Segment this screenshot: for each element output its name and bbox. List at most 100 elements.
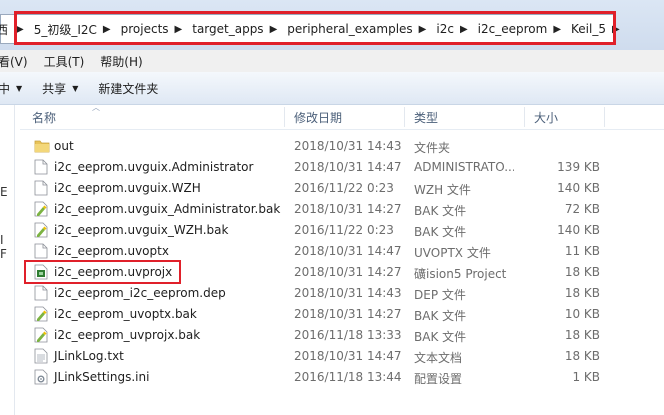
file-type: WZH 文件 (414, 183, 471, 197)
file-row[interactable]: i2c_eeprom_uvprojx.bak 2016/11/18 13:33 BA… (20, 325, 664, 346)
column-type[interactable]: 类型 (414, 109, 438, 126)
file-size: 140 KB (557, 181, 600, 195)
chevron-right-icon[interactable]: ▶ (549, 24, 565, 35)
column-size[interactable]: 大小 (534, 109, 558, 126)
column-name[interactable]: 名称 (32, 109, 56, 126)
file-size: 18 KB (564, 265, 600, 279)
menu-view[interactable]: 看(V) (0, 53, 36, 70)
file-row[interactable]: i2c_eeprom.uvguix.Administrator 2018/10/3… (20, 157, 664, 178)
file-date: 2018/10/31 14:47 (294, 244, 402, 258)
file-row[interactable]: i2c_eeprom.uvguix_Administrator.bak 2018/… (20, 199, 664, 220)
file-date: 2018/10/31 14:43 (294, 139, 402, 153)
file-name: i2c_eeprom_i2c_eeprom.dep (54, 286, 226, 300)
file-row[interactable]: JLinkLog.txt 2018/10/31 14:47 文本文档 18 KB (20, 346, 664, 367)
column-divider[interactable] (404, 107, 405, 127)
file-date: 2018/10/31 14:27 (294, 307, 402, 321)
organize-label: 中 (0, 81, 11, 96)
file-list: out 2018/10/31 14:43 文件夹 i2c_eeprom.uvguix.… (20, 136, 664, 388)
chevron-right-icon[interactable]: ▶ (12, 24, 28, 35)
file-type: BAK 文件 (414, 204, 467, 218)
file-size: 10 KB (564, 307, 600, 321)
file-type: ADMINISTRATO... (414, 160, 514, 174)
chevron-down-icon: ▼ (16, 83, 23, 93)
organize-button[interactable]: 中 ▼ (0, 80, 32, 97)
file-type: DEP 文件 (414, 288, 466, 302)
file-row[interactable]: i2c_eeprom.uvguix.WZH 2016/11/22 0:23 WZH … (20, 178, 664, 199)
file-row[interactable]: i2c_eeprom.uvoptx 2018/10/31 14:47 UVOPTX … (20, 241, 664, 262)
chevron-right-icon[interactable]: ▶ (266, 24, 282, 35)
chevron-right-icon[interactable]: ▶ (608, 24, 624, 35)
command-bar: 中 ▼ 共享 ▼ 新建文件夹 (0, 72, 664, 105)
breadcrumb-item[interactable]: i2c_eeprom (472, 22, 550, 36)
chevron-down-icon: ▼ (72, 83, 79, 93)
navigation-pane[interactable]: E I F (0, 105, 15, 415)
file-name: JLinkSettings.ini (54, 370, 150, 384)
file-name: JLinkLog.txt (54, 349, 124, 363)
column-divider[interactable] (524, 107, 525, 127)
row-annotation-box (24, 260, 181, 284)
file-row[interactable]: i2c_eeprom_uvoptx.bak 2018/10/31 14:27 BAK… (20, 304, 664, 325)
file-date: 2016/11/22 0:23 (294, 223, 394, 237)
breadcrumb-item[interactable]: projects (115, 22, 171, 36)
bak-icon (34, 327, 48, 343)
breadcrumb-item[interactable]: target_apps (186, 22, 265, 36)
file-size: 11 KB (564, 244, 600, 258)
nav-fragment[interactable]: E (0, 185, 8, 199)
file-name: out (54, 139, 74, 153)
file-size: 18 KB (564, 349, 600, 363)
file-name: i2c_eeprom.uvguix.WZH (54, 181, 201, 195)
file-row[interactable]: JLinkSettings.ini 2016/11/18 13:44 配置设置 1 K… (20, 367, 664, 388)
breadcrumb-item[interactable]: Keil_5 (565, 22, 608, 36)
column-divider[interactable] (604, 107, 605, 127)
file-type: BAK 文件 (414, 330, 467, 344)
file-size: 18 KB (564, 286, 600, 300)
file-date: 2018/10/31 14:47 (294, 349, 402, 363)
file-size: 139 KB (557, 160, 600, 174)
sort-chevron-icon: ︿ (92, 103, 100, 112)
file-row[interactable]: i2c_eeprom_i2c_eeprom.dep 2018/10/31 14:4… (20, 283, 664, 304)
file-name: i2c_eeprom_uvprojx.bak (54, 328, 201, 342)
file-name: i2c_eeprom.uvoptx (54, 244, 169, 258)
file-type: BAK 文件 (414, 309, 467, 323)
column-divider[interactable] (284, 107, 285, 127)
file-size: 1 KB (572, 370, 600, 384)
breadcrumb-leading-fragment[interactable]: 西 (0, 21, 12, 38)
file-date: 2016/11/18 13:33 (294, 328, 402, 342)
file-size: 140 KB (557, 223, 600, 237)
bak-icon (34, 201, 48, 217)
file-icon (34, 285, 48, 301)
file-size: 72 KB (564, 202, 600, 216)
bak-icon (34, 306, 48, 322)
chevron-right-icon[interactable]: ▶ (171, 24, 187, 35)
share-button[interactable]: 共享 ▼ (32, 80, 88, 97)
file-icon (34, 180, 48, 196)
file-date: 2016/11/18 13:44 (294, 370, 402, 384)
file-row[interactable]: i2c_eeprom.uvguix_WZH.bak 2016/11/22 0:23… (20, 220, 664, 241)
share-label: 共享 (42, 81, 67, 96)
chevron-right-icon[interactable]: ▶ (99, 24, 115, 35)
column-date[interactable]: 修改日期 (294, 109, 342, 126)
file-date: 2018/10/31 14:43 (294, 286, 402, 300)
breadcrumb-item[interactable]: i2c (430, 22, 456, 36)
breadcrumb-item[interactable]: 5_初级_I2C (28, 21, 99, 38)
new-folder-button[interactable]: 新建文件夹 (88, 80, 168, 97)
file-size: 18 KB (564, 328, 600, 342)
breadcrumb-item[interactable]: peripheral_examples (281, 22, 414, 36)
settings-file-icon (34, 369, 48, 385)
file-icon (34, 243, 48, 259)
file-type: 文本文档 (414, 351, 463, 365)
file-date: 2018/10/31 14:27 (294, 202, 402, 216)
file-row[interactable]: out 2018/10/31 14:43 文件夹 (20, 136, 664, 157)
file-type: 文件夹 (414, 141, 451, 155)
file-name: i2c_eeprom.uvguix_WZH.bak (54, 223, 229, 237)
menu-bar: 看(V) 工具(T) 帮助(H) (0, 50, 664, 72)
menu-help[interactable]: 帮助(H) (92, 53, 150, 70)
file-date: 2018/10/31 14:27 (294, 265, 402, 279)
chevron-right-icon[interactable]: ▶ (415, 24, 431, 35)
file-date: 2018/10/31 14:47 (294, 160, 402, 174)
nav-fragment[interactable]: I F (0, 233, 14, 261)
file-row[interactable]: i2c_eeprom.uvprojx 2018/10/31 14:27 礦ision… (20, 260, 664, 284)
menu-tools[interactable]: 工具(T) (36, 53, 93, 70)
chevron-right-icon[interactable]: ▶ (456, 24, 472, 35)
file-date: 2016/11/22 0:23 (294, 181, 394, 195)
